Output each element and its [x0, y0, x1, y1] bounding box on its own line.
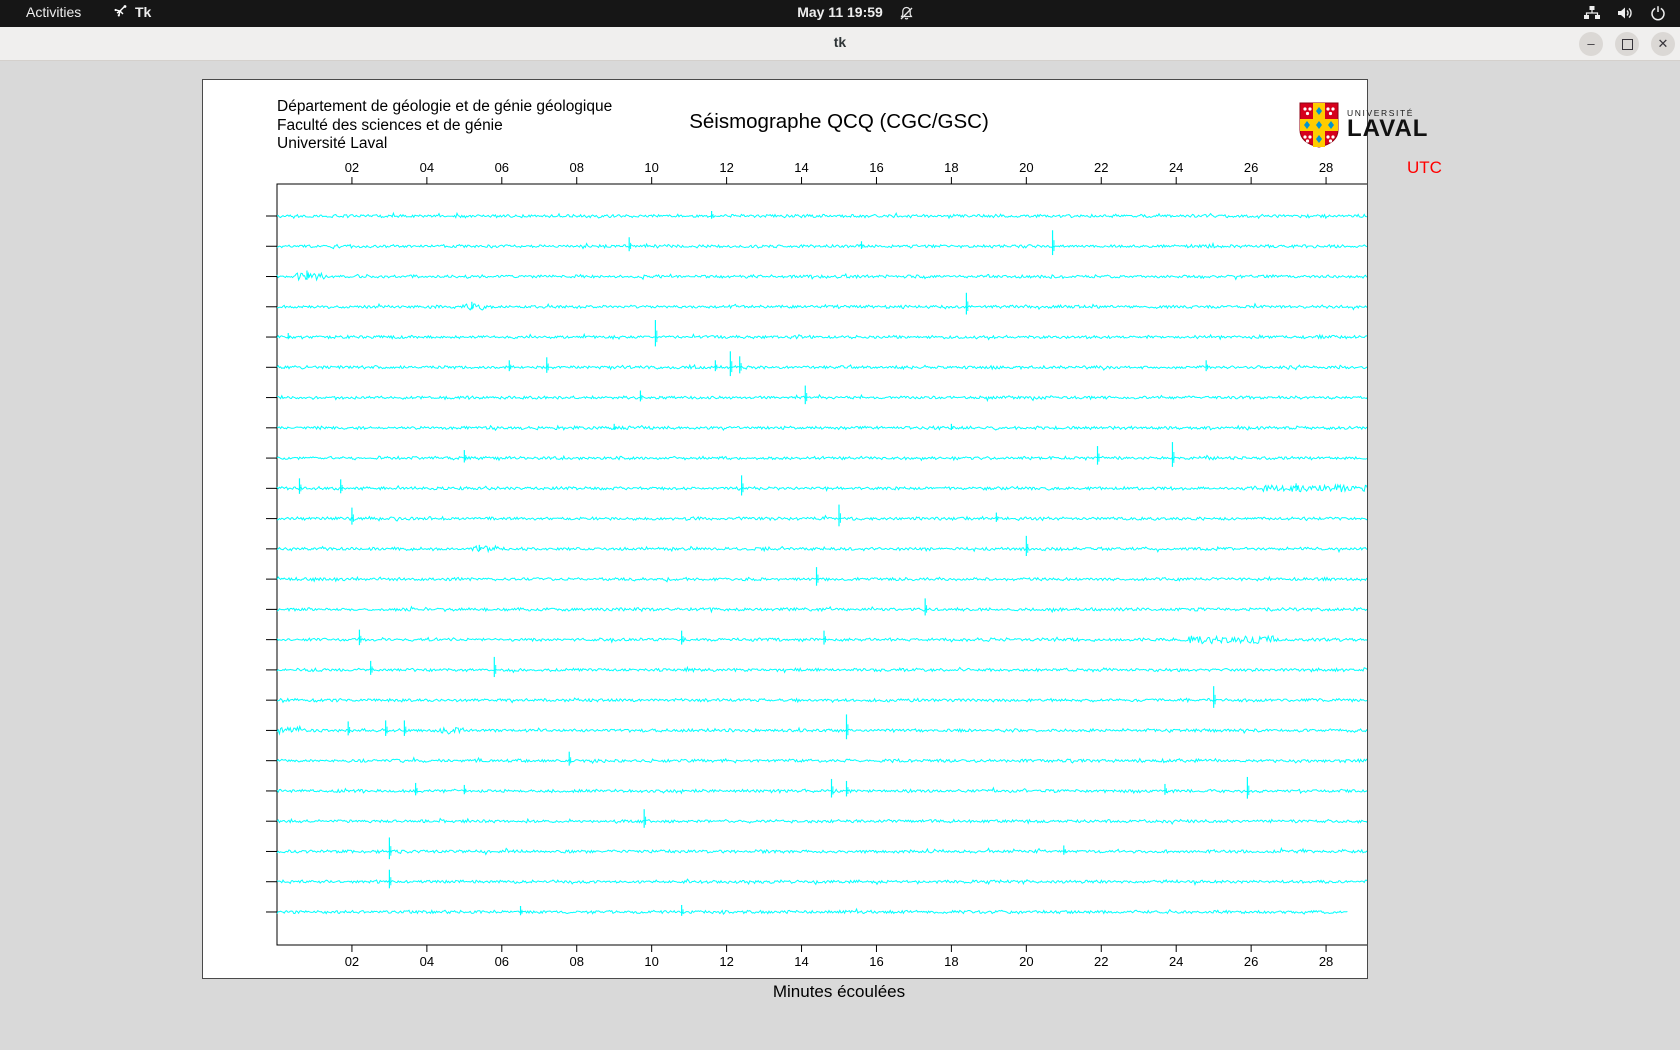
notifications-muted-icon: [898, 5, 915, 25]
x-axis-title: Minutes écoulées: [772, 982, 906, 1001]
x-tick-label-top: 04: [420, 160, 434, 175]
x-tick-label-bottom: 26: [1244, 954, 1258, 969]
x-tick-label-top: 12: [719, 160, 733, 175]
network-icon[interactable]: [1583, 5, 1601, 21]
seismo-trace: [276, 817, 1367, 826]
seismo-trace: [276, 454, 1367, 462]
x-tick-label-bottom: 16: [869, 954, 883, 969]
plot-border: [276, 183, 1367, 946]
seismo-trace: [276, 211, 1367, 220]
seismo-trace: [276, 575, 1367, 583]
gnome-top-bar: Activities Tk May 11 19:59: [0, 0, 1680, 27]
app-indicator-label: Tk: [135, 4, 152, 20]
focused-app-indicator[interactable]: Tk: [112, 4, 151, 20]
x-tick-label-bottom: 12: [719, 954, 733, 969]
seismo-trace: [276, 878, 1367, 886]
x-tick-label-top: 02: [345, 160, 359, 175]
x-tick-label-top: 22: [1094, 160, 1108, 175]
seismo-trace: [276, 424, 1367, 432]
seismo-trace: [276, 241, 1367, 250]
seismo-trace: [276, 363, 1367, 371]
window-titlebar: tk – ✕: [0, 27, 1680, 61]
x-tick-label-top: 14: [794, 160, 808, 175]
x-tick-label-top: 26: [1244, 160, 1258, 175]
seismo-trace: [276, 846, 1367, 856]
x-tick-label-top: 08: [569, 160, 583, 175]
x-tick-label-top: 10: [644, 160, 658, 175]
x-tick-label-bottom: 08: [569, 954, 583, 969]
seismo-trace: [276, 756, 1367, 765]
x-tick-label-bottom: 10: [644, 954, 658, 969]
x-tick-label-top: 18: [944, 160, 958, 175]
seismo-trace: [276, 271, 1367, 282]
x-tick-label-bottom: 28: [1319, 954, 1333, 969]
close-button[interactable]: ✕: [1651, 32, 1675, 56]
seismo-trace: [276, 302, 1367, 311]
x-tick-label-bottom: 04: [420, 954, 434, 969]
seismogram-plot: 02 02 04 04 06 06 08 08 10 10 12 12 14 14 16 16 18 18 20 20…: [266, 160, 1367, 969]
utc-axis-heading: UTC: [1407, 158, 1442, 177]
x-tick-label-top: 24: [1169, 160, 1183, 175]
seismo-trace: [276, 665, 1367, 674]
x-tick-label-top: 28: [1319, 160, 1333, 175]
x-tick-label-top: 16: [869, 160, 883, 175]
clock[interactable]: May 11 19:59: [770, 4, 910, 20]
x-tick-label-bottom: 20: [1019, 954, 1033, 969]
x-tick-label-bottom: 24: [1169, 954, 1183, 969]
x-tick-label-top: 20: [1019, 160, 1033, 175]
seismo-trace: [277, 697, 1367, 704]
seismo-trace: [276, 332, 1367, 341]
restore-icon: [1621, 39, 1633, 50]
x-tick-label-bottom: 02: [345, 954, 359, 969]
x-tick-label-bottom: 22: [1094, 954, 1108, 969]
maximize-button[interactable]: [1615, 32, 1639, 56]
seismo-trace: [276, 634, 1367, 645]
power-icon[interactable]: [1650, 5, 1666, 21]
seismo-trace: [276, 544, 1367, 554]
x-tick-label-bottom: 14: [794, 954, 808, 969]
seismo-trace: [276, 605, 1367, 614]
seismo-trace: [276, 907, 1348, 916]
seismograph-canvas: Département de géologie et de génie géol…: [202, 79, 1442, 1001]
x-tick-label-bottom: 18: [944, 954, 958, 969]
activities-button[interactable]: Activities: [20, 4, 87, 20]
volume-icon[interactable]: [1616, 5, 1635, 21]
seismo-trace: [276, 724, 1367, 736]
x-tick-label-bottom: 06: [495, 954, 509, 969]
tk-window-body: Département de géologie et de génie géol…: [0, 61, 1680, 1050]
seismo-trace: [277, 514, 1367, 522]
seismo-trace: [276, 483, 1367, 493]
window-title: tk: [833, 34, 847, 50]
seismo-trace: [276, 786, 1367, 795]
tk-icon: [114, 5, 127, 17]
x-tick-label-top: 06: [495, 160, 509, 175]
minimize-button[interactable]: –: [1579, 32, 1603, 56]
seismo-trace: [276, 393, 1367, 403]
